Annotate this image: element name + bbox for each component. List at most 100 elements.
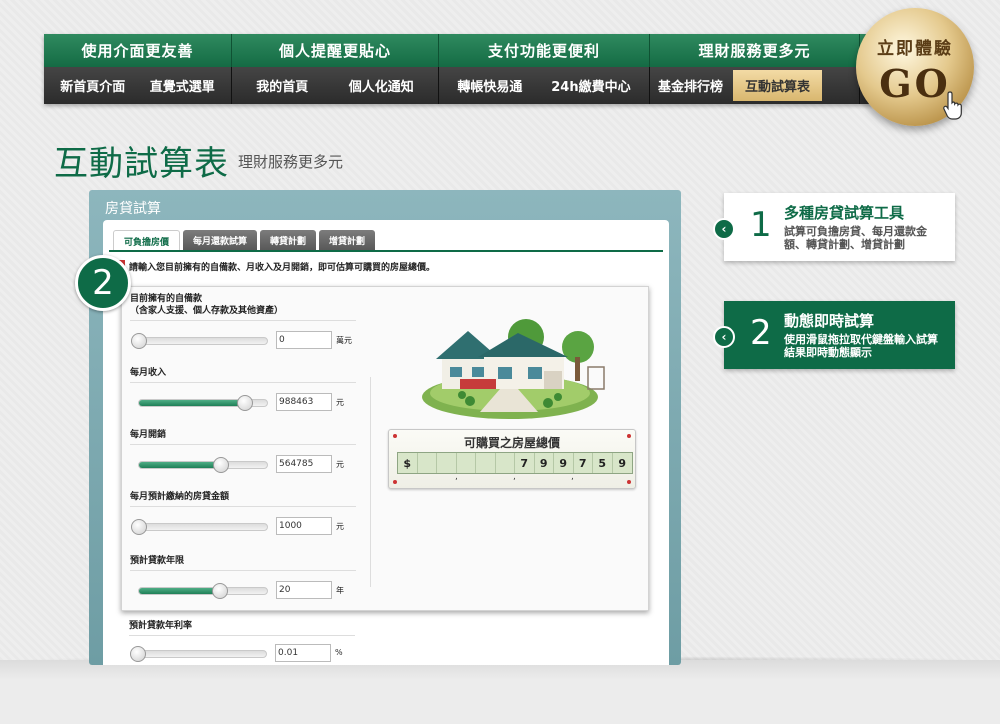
field-sublabel: （含家人支援、個人存款及其他資產） bbox=[130, 306, 284, 316]
feature-number: 2 bbox=[750, 313, 772, 353]
nav-categories: 使用介面更友善 個人提醒更貼心 支付功能更便利 理財服務更多元 bbox=[44, 34, 900, 67]
digit-cell: 9 bbox=[618, 456, 627, 470]
slider-knob[interactable] bbox=[212, 457, 229, 473]
slider-fill bbox=[139, 588, 220, 594]
field-label: 目前擁有的自備款 bbox=[130, 294, 203, 304]
field-monthly-income: 每月收入 bbox=[130, 367, 360, 383]
nav-category[interactable]: 支付功能更便利 bbox=[439, 34, 650, 67]
digit-cell bbox=[476, 453, 496, 473]
slider-row: 564785 元 bbox=[130, 455, 370, 475]
unit-label: 元 bbox=[336, 460, 344, 469]
digit-cell bbox=[496, 453, 515, 473]
form-card: 目前擁有的自備款 （含家人支援、個人存款及其他資產） 0 萬元 每月收入 988… bbox=[121, 286, 649, 611]
tab-refinance[interactable]: 轉貸計劃 bbox=[260, 230, 317, 252]
nav-item[interactable]: 24h繳費中心 bbox=[547, 72, 634, 99]
interest-rate-input[interactable]: 0.01 bbox=[275, 644, 331, 662]
tab-affordable-price[interactable]: 可負擔房價 bbox=[113, 230, 181, 252]
chevron-left-icon[interactable]: ‹ bbox=[713, 218, 735, 240]
slider-knob[interactable] bbox=[131, 519, 147, 535]
slider-track[interactable] bbox=[130, 646, 267, 662]
loan-years-input[interactable]: 20 bbox=[276, 581, 332, 599]
tab-monthly-payment[interactable]: 每月還款試算 bbox=[183, 230, 258, 252]
nav-items: 新首頁介面 直覺式選單 我的首頁 個人化通知 轉帳快易通 24h繳費中心 基金排… bbox=[44, 67, 900, 104]
slider-row: 1000 元 bbox=[130, 517, 370, 537]
column-divider bbox=[370, 377, 371, 587]
digit-separator: , bbox=[571, 472, 574, 482]
slider-track[interactable] bbox=[131, 519, 268, 535]
digit-cell bbox=[418, 453, 437, 473]
calculator-tabs: 可負擔房價 每月還款試算 轉貸計劃 增貸計劃 bbox=[113, 230, 376, 252]
page-title: 互動試算表 bbox=[54, 144, 229, 184]
nav-item[interactable]: 基金排行榜 bbox=[654, 72, 727, 99]
monthly-mortgage-input[interactable]: 1000 bbox=[276, 517, 332, 535]
digit-cell: 5 bbox=[593, 453, 613, 473]
slider-row: 988463 元 bbox=[130, 393, 370, 413]
panel-title: 房貸試算 bbox=[105, 201, 161, 217]
digit-cell: 7 bbox=[574, 453, 593, 473]
chevron-left-icon[interactable]: ‹ bbox=[713, 326, 735, 348]
slider-track[interactable] bbox=[131, 333, 268, 349]
monthly-income-input[interactable]: 988463 bbox=[276, 393, 332, 411]
nav-group: 我的首頁 個人化通知 bbox=[232, 67, 439, 104]
field-monthly-expense: 每月開銷 bbox=[130, 429, 360, 445]
slider-track[interactable] bbox=[138, 457, 268, 473]
nav-item[interactable]: 新首頁介面 bbox=[56, 72, 129, 99]
slider-track[interactable] bbox=[138, 395, 268, 411]
feature-description: 試算可負擔房貸、每月還款金額、轉貸計劃、增貸計劃 bbox=[784, 225, 927, 251]
field-label: 預計貸款年限 bbox=[130, 555, 356, 571]
feature-title: 動態即時試算 bbox=[784, 312, 875, 330]
nav-category[interactable]: 理財服務更多元 bbox=[650, 34, 860, 67]
instruction-text: 請輸入您目前擁有的自備款、月收入及月開銷，即可估算可購買的房屋總價。 bbox=[129, 263, 436, 273]
nav-group: 轉帳快易通 24h繳費中心 bbox=[439, 67, 650, 104]
digit-cell: 9 bbox=[554, 453, 574, 473]
result-digits: $ 7 9 9 7 5 9 bbox=[397, 452, 633, 474]
unit-label: 年 bbox=[336, 586, 344, 595]
slider-row: 0.01 % bbox=[129, 644, 369, 664]
feature-description: 使用滑鼠拖拉取代鍵盤輸入試算結果即時動態顯示 bbox=[784, 333, 938, 359]
result-title: 可購買之房屋總價 bbox=[463, 436, 560, 450]
page-subtitle: 理財服務更多元 bbox=[238, 153, 344, 171]
calculator-panel: 房貸試算 可負擔房價 每月還款試算 轉貸計劃 增貸計劃 請輸入您目前擁有的自備款… bbox=[89, 190, 681, 665]
slider-knob[interactable] bbox=[211, 583, 228, 599]
digit-cell bbox=[457, 453, 476, 473]
field-loan-years: 預計貸款年限 bbox=[130, 555, 360, 571]
nav-item[interactable]: 轉帳快易通 bbox=[453, 72, 526, 99]
currency-symbol: $ bbox=[398, 453, 418, 473]
digit-cell: 7 bbox=[515, 453, 535, 473]
field-monthly-mortgage: 每月預計繳納的房貸金額 bbox=[130, 491, 360, 507]
slider-knob[interactable] bbox=[130, 646, 146, 662]
floor bbox=[0, 660, 1000, 724]
digit-cell: 9 bbox=[535, 453, 554, 473]
feature-card-2[interactable]: ‹ 2 動態即時試算 使用滑鼠拖拉取代鍵盤輸入試算結果即時動態顯示 bbox=[713, 301, 955, 369]
nav-item[interactable]: 我的首頁 bbox=[252, 72, 312, 99]
field-label: 每月開銷 bbox=[130, 429, 356, 445]
nav-item[interactable]: 直覺式選單 bbox=[146, 72, 219, 99]
step-number-badge: 2 bbox=[75, 255, 131, 311]
slider-track[interactable] bbox=[138, 583, 268, 599]
down-payment-input[interactable]: 0 bbox=[276, 331, 332, 349]
field-label: 每月收入 bbox=[130, 367, 356, 383]
nav-item[interactable]: 個人化通知 bbox=[345, 72, 418, 99]
nav-category[interactable]: 使用介面更友善 bbox=[44, 34, 232, 67]
nav-group: 基金排行榜 互動試算表 bbox=[650, 67, 860, 104]
tab-underline bbox=[109, 250, 663, 252]
feature-nav: 使用介面更友善 個人提醒更貼心 支付功能更便利 理財服務更多元 新首頁介面 直覺… bbox=[44, 34, 900, 104]
go-badge-label: 立即體驗 bbox=[877, 39, 953, 59]
field-down-payment: 目前擁有的自備款 （含家人支援、個人存款及其他資產） bbox=[130, 293, 360, 321]
nav-item-active[interactable]: 互動試算表 bbox=[733, 70, 823, 101]
unit-label: 萬元 bbox=[336, 336, 352, 345]
monthly-expense-input[interactable]: 564785 bbox=[276, 455, 332, 473]
digit-separator: , bbox=[513, 472, 516, 482]
slider-row: 0 萬元 bbox=[130, 331, 370, 351]
slider-knob[interactable] bbox=[237, 395, 254, 411]
slider-fill bbox=[139, 400, 246, 406]
feature-card-1[interactable]: ‹ 1 多種房貸試算工具 試算可負擔房貸、每月還款金額、轉貸計劃、增貸計劃 bbox=[713, 193, 955, 261]
slider-knob[interactable] bbox=[131, 333, 147, 349]
tab-additional-loan[interactable]: 增貸計劃 bbox=[319, 230, 376, 252]
result-display: 可購買之房屋總價 $ 7 9 9 7 5 9 , , , bbox=[388, 429, 636, 489]
nav-category[interactable]: 個人提醒更貼心 bbox=[232, 34, 439, 67]
panel-inner: 可負擔房價 每月還款試算 轉貸計劃 增貸計劃 請輸入您目前擁有的自備款、月收入及… bbox=[103, 220, 669, 665]
slider-row: 20 年 bbox=[130, 581, 370, 601]
result-corner bbox=[393, 434, 397, 438]
unit-label: 元 bbox=[336, 522, 344, 531]
